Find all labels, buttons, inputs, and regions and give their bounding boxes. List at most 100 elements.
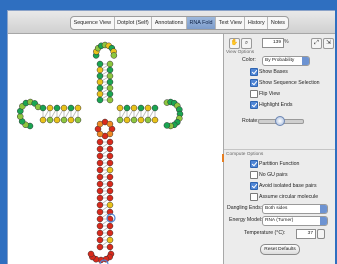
nucleotide-base: [106, 90, 114, 98]
avoid-isolated-label: Avoid isolated base pairs: [259, 183, 317, 189]
nucleotide-base: [74, 116, 82, 124]
nucleotide-base: [96, 243, 104, 251]
pan-tool-icon[interactable]: ✋: [229, 38, 240, 49]
nucleotide-base: [106, 222, 114, 230]
nucleotide-base: [123, 116, 131, 124]
nucleotide-base: [106, 243, 114, 251]
flip-view-label: Flip View: [259, 91, 280, 97]
tab-text-view[interactable]: Text View: [216, 17, 246, 29]
nucleotide-base: [106, 60, 114, 68]
nucleotide-base: [144, 104, 152, 112]
nucleotide-base: [151, 104, 159, 112]
fit-icon[interactable]: ⤢: [311, 38, 322, 49]
nucleotide-base: [130, 104, 138, 112]
nucleotide-base: [106, 180, 114, 188]
nucleotide-base: [106, 152, 114, 160]
nucleotide-base: [96, 152, 104, 160]
nucleotide-base: [96, 222, 104, 230]
dangling-ends-label: Dangling Ends:: [227, 205, 263, 211]
nucleotide-base: [96, 84, 104, 92]
nucleotide-base: [67, 116, 75, 124]
temperature-field[interactable]: 37: [296, 229, 316, 239]
rna-structure-drawing: [16, 41, 184, 264]
dangling-ends-select[interactable]: Both sides: [262, 204, 328, 214]
rotate-slider-thumb[interactable]: [275, 116, 285, 126]
flip-view-checkbox[interactable]: [250, 90, 258, 98]
zoom-unit: %: [284, 39, 289, 45]
zoom-tool-icon[interactable]: ⌕: [241, 38, 252, 49]
nucleotide-base: [137, 116, 145, 124]
nucleotide-base: [96, 60, 104, 68]
nucleotide-base: [96, 173, 104, 181]
partition-function-label: Partition Function: [259, 161, 300, 167]
nucleotide-base: [106, 194, 114, 202]
tab-bar: Sequence View Dotplot (Self) Annotations…: [8, 11, 335, 34]
view-tabs: Sequence View Dotplot (Self) Annotations…: [70, 16, 289, 30]
nucleotide-base: [16, 113, 24, 120]
nucleotide-base: [106, 173, 114, 181]
nucleotide-base: [96, 72, 104, 80]
chevron-down-icon: [320, 205, 327, 213]
temperature-stepper[interactable]: [317, 229, 325, 239]
assume-circular-checkbox[interactable]: [250, 193, 258, 201]
nucleotide-base: [106, 159, 114, 167]
expand-icon[interactable]: ⇲: [323, 38, 334, 49]
nucleotide-base: [106, 145, 114, 153]
tab-annotations[interactable]: Annotations: [152, 17, 187, 29]
nucleotide-base: [106, 138, 114, 146]
options-panel: ✋ ⌕ 139 % ⤢ ⇲ View Options Color: By Pro…: [224, 34, 335, 264]
show-bases-checkbox[interactable]: [250, 68, 258, 76]
color-select[interactable]: By Probability: [262, 56, 310, 66]
nucleotide-base: [96, 159, 104, 167]
nucleotide-base: [106, 166, 114, 174]
tab-rna-fold[interactable]: RNA Fold: [186, 17, 217, 29]
tab-sequence-view[interactable]: Sequence View: [71, 17, 115, 29]
nucleotide-base: [96, 90, 104, 98]
nucleotide-base: [110, 52, 118, 59]
nucleotide-base: [130, 116, 138, 124]
color-label: Color:: [242, 57, 256, 63]
partition-function-checkbox[interactable]: [250, 160, 258, 168]
reset-defaults-button[interactable]: Reset Defaults: [260, 244, 300, 255]
nucleotide-base: [60, 104, 68, 112]
screenshot-frame: Sequence View Dotplot (Self) Annotations…: [0, 0, 337, 264]
highlight-ends-checkbox[interactable]: [250, 101, 258, 109]
section-divider: [224, 149, 335, 150]
nucleotide-base: [96, 229, 104, 237]
nucleotide-base: [123, 104, 131, 112]
app-window: Sequence View Dotplot (Self) Annotations…: [7, 10, 335, 264]
nucleotide-base: [67, 104, 75, 112]
nucleotide-base: [96, 66, 104, 74]
nucleotide-base: [106, 229, 114, 237]
nucleotide-base: [106, 236, 114, 244]
energy-model-select[interactable]: RNA (Turner): [262, 216, 328, 226]
nucleotide-base: [96, 180, 104, 188]
rna-fold-canvas[interactable]: [8, 34, 224, 264]
nucleotide-base: [53, 104, 61, 112]
energy-model-label: Energy Model:: [229, 217, 263, 223]
nucleotide-base: [106, 96, 114, 104]
nucleotide-base: [96, 138, 104, 146]
tab-dotplot[interactable]: Dotplot (Self): [115, 17, 153, 29]
tab-notes[interactable]: Notes: [268, 17, 287, 29]
nucleotide-base: [137, 104, 145, 112]
show-sequence-selection-checkbox[interactable]: [250, 79, 258, 87]
temperature-label: Temperature (°C):: [244, 230, 286, 236]
tab-history[interactable]: History: [245, 17, 269, 29]
no-gu-pairs-label: No GU pairs: [259, 172, 288, 178]
assume-circular-label: Assume circular molecule: [259, 194, 319, 200]
nucleotide-base: [106, 201, 114, 209]
avoid-isolated-checkbox[interactable]: [250, 182, 258, 190]
chevron-down-icon: [320, 217, 327, 225]
nucleotide-base: [106, 72, 114, 80]
nucleotide-base: [96, 194, 104, 202]
zoom-field[interactable]: 139: [262, 38, 284, 48]
nucleotide-base: [39, 104, 47, 112]
nucleotide-base: [163, 122, 171, 129]
color-select-value: By Probability: [265, 58, 295, 63]
no-gu-pairs-checkbox[interactable]: [250, 171, 258, 179]
compute-options-title: Compute Options: [226, 152, 264, 157]
show-bases-label: Show Bases: [259, 69, 288, 75]
nucleotide-base: [106, 66, 114, 74]
nucleotide-base: [96, 208, 104, 216]
